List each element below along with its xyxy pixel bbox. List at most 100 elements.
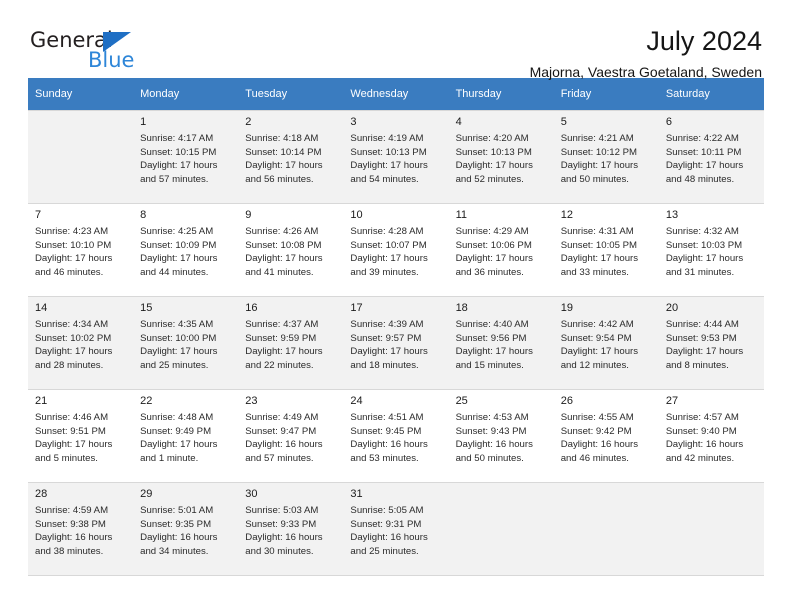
day-cell[interactable]: 5 Sunrise: 4:21 AM Sunset: 10:12 PM Dayl… <box>553 110 659 204</box>
daylight-text-line2: and 38 minutes. <box>35 545 104 557</box>
day-number: 24 <box>350 395 363 407</box>
sunset-text: Sunset: 10:15 PM <box>140 146 217 158</box>
sunrise-text: Sunrise: 4:57 AM <box>665 412 739 423</box>
day-cell[interactable]: 3 Sunrise: 4:19 AM Sunset: 10:13 PM Dayl… <box>343 110 449 204</box>
location-subtitle: Majorna, Vaestra Goetaland, Sweden <box>529 64 762 80</box>
day-cell[interactable]: 19 Sunrise: 4:42 AM Sunset: 9:54 PM Dayl… <box>553 296 659 390</box>
daylight-text-line2: and 48 minutes. <box>665 173 735 185</box>
day-cell-empty <box>448 482 554 576</box>
day-cell[interactable]: 7 Sunrise: 4:23 AM Sunset: 10:10 PM Dayl… <box>28 203 134 297</box>
daylight-text-line2: and 44 minutes. <box>140 266 209 278</box>
day-cell[interactable]: 11 Sunrise: 4:29 AM Sunset: 10:06 PM Day… <box>448 203 554 297</box>
day-cell[interactable]: 16 Sunrise: 4:37 AM Sunset: 9:59 PM Dayl… <box>238 296 344 390</box>
daylight-text-line2: and 5 minutes. <box>35 452 98 464</box>
day-cell[interactable]: 24 Sunrise: 4:51 AM Sunset: 9:45 PM Dayl… <box>343 389 449 483</box>
day-cell[interactable]: 15 Sunrise: 4:35 AM Sunset: 10:00 PM Day… <box>133 296 239 390</box>
weekday-header-thursday: Thursday <box>448 78 554 111</box>
sunset-text: Sunset: 9:40 PM <box>665 425 737 437</box>
daylight-text-line2: and 31 minutes. <box>665 266 735 278</box>
daylight-text-line1: Daylight: 17 hours <box>350 160 428 172</box>
day-details: Sunrise: 4:31 AM Sunset: 10:05 PM Daylig… <box>561 225 652 279</box>
day-cell[interactable]: 31 Sunrise: 5:05 AM Sunset: 9:31 PM Dayl… <box>343 482 449 576</box>
day-cell[interactable]: 18 Sunrise: 4:40 AM Sunset: 9:56 PM Dayl… <box>448 296 554 390</box>
daylight-text-line2: and 50 minutes. <box>455 452 524 464</box>
day-cell[interactable]: 2 Sunrise: 4:18 AM Sunset: 10:14 PM Dayl… <box>238 110 344 204</box>
day-cell[interactable]: 17 Sunrise: 4:39 AM Sunset: 9:57 PM Dayl… <box>343 296 449 390</box>
sunset-text: Sunset: 9:31 PM <box>350 518 422 530</box>
day-cell[interactable]: 10 Sunrise: 4:28 AM Sunset: 10:07 PM Day… <box>343 203 449 297</box>
sunrise-text: Sunrise: 4:53 AM <box>455 412 529 423</box>
day-details: Sunrise: 4:39 AM Sunset: 9:57 PM Dayligh… <box>350 318 441 372</box>
day-cell[interactable]: 30 Sunrise: 5:03 AM Sunset: 9:33 PM Dayl… <box>238 482 344 576</box>
day-details: Sunrise: 4:19 AM Sunset: 10:13 PM Daylig… <box>350 132 441 186</box>
day-cell[interactable]: 13 Sunrise: 4:32 AM Sunset: 10:03 PM Day… <box>658 203 764 297</box>
title-block: July 2024 Majorna, Vaestra Goetaland, Sw… <box>530 26 764 82</box>
day-cell[interactable]: 12 Sunrise: 4:31 AM Sunset: 10:05 PM Day… <box>553 203 659 297</box>
day-cell[interactable]: 9 Sunrise: 4:26 AM Sunset: 10:08 PM Dayl… <box>238 203 344 297</box>
daylight-text-line1: Daylight: 17 hours <box>350 253 428 265</box>
day-number: 11 <box>455 209 467 221</box>
day-number: 25 <box>455 395 468 407</box>
day-number: 20 <box>665 302 679 314</box>
sunrise-text: Sunrise: 4:34 AM <box>35 319 109 330</box>
page-header: General Blue July 2024 Majorna, Vaestra … <box>28 0 764 80</box>
general-blue-logo[interactable]: General Blue <box>28 26 178 80</box>
sunrise-text: Sunrise: 4:28 AM <box>350 226 424 237</box>
daylight-text-line1: Daylight: 17 hours <box>455 160 533 172</box>
day-cell[interactable]: 25 Sunrise: 4:53 AM Sunset: 9:43 PM Dayl… <box>448 389 554 483</box>
day-cell[interactable]: 14 Sunrise: 4:34 AM Sunset: 10:02 PM Day… <box>28 296 134 390</box>
day-cell-empty <box>28 110 134 204</box>
day-cell[interactable]: 21 Sunrise: 4:46 AM Sunset: 9:51 PM Dayl… <box>28 389 134 483</box>
day-cell[interactable]: 8 Sunrise: 4:25 AM Sunset: 10:09 PM Dayl… <box>133 203 239 297</box>
day-cell[interactable]: 28 Sunrise: 4:59 AM Sunset: 9:38 PM Dayl… <box>28 482 134 576</box>
day-number: 28 <box>35 488 48 500</box>
daylight-text-line1: Daylight: 16 hours <box>350 532 428 544</box>
sunset-text: Sunset: 9:53 PM <box>665 332 737 344</box>
day-details: Sunrise: 4:51 AM Sunset: 9:45 PM Dayligh… <box>350 411 441 465</box>
daylight-text-line2: and 15 minutes. <box>455 359 524 371</box>
calendar-body: 1 Sunrise: 4:17 AM Sunset: 10:15 PM Dayl… <box>28 110 764 576</box>
sunrise-text: Sunrise: 4:29 AM <box>455 226 529 237</box>
weekday-header-saturday: Saturday <box>658 78 764 111</box>
day-number: 29 <box>140 488 153 500</box>
daylight-text-line1: Daylight: 17 hours <box>560 253 639 265</box>
calendar-page: General Blue July 2024 Majorna, Vaestra … <box>0 0 792 612</box>
day-number: 7 <box>35 209 42 221</box>
daylight-text-line1: Daylight: 17 hours <box>245 346 323 358</box>
daylight-text-line1: Daylight: 17 hours <box>140 160 218 172</box>
daylight-text-line2: and 57 minutes. <box>245 452 314 464</box>
day-cell[interactable]: 4 Sunrise: 4:20 AM Sunset: 10:13 PM Dayl… <box>448 110 554 204</box>
daylight-text-line1: Daylight: 16 hours <box>560 439 639 451</box>
sunrise-text: Sunrise: 4:19 AM <box>350 133 424 144</box>
weekday-header-sunday: Sunday <box>28 78 134 111</box>
daylight-text-line1: Daylight: 17 hours <box>455 346 533 358</box>
sunrise-text: Sunrise: 4:32 AM <box>665 226 739 237</box>
daylight-text-line1: Daylight: 16 hours <box>245 532 323 544</box>
sunrise-text: Sunrise: 4:31 AM <box>560 226 634 237</box>
sunset-text: Sunset: 10:10 PM <box>35 239 112 251</box>
daylight-text-line1: Daylight: 16 hours <box>455 439 533 451</box>
day-cell[interactable]: 29 Sunrise: 5:01 AM Sunset: 9:35 PM Dayl… <box>133 482 239 576</box>
day-number: 3 <box>350 116 357 128</box>
calendar-week-row: 14 Sunrise: 4:34 AM Sunset: 10:02 PM Day… <box>28 296 764 390</box>
day-cell[interactable]: 22 Sunrise: 4:48 AM Sunset: 9:49 PM Dayl… <box>133 389 239 483</box>
daylight-text-line1: Daylight: 17 hours <box>140 346 218 358</box>
day-cell[interactable]: 23 Sunrise: 4:49 AM Sunset: 9:47 PM Dayl… <box>238 389 344 483</box>
sunset-text: Sunset: 9:43 PM <box>455 425 527 437</box>
daylight-text-line2: and 52 minutes. <box>455 173 524 185</box>
sunrise-text: Sunrise: 4:39 AM <box>350 319 424 330</box>
day-number: 5 <box>560 116 567 128</box>
weekday-header-friday: Friday <box>553 78 659 111</box>
day-cell[interactable]: 27 Sunrise: 4:57 AM Sunset: 9:40 PM Dayl… <box>658 389 764 483</box>
sunrise-text: Sunrise: 5:05 AM <box>350 505 424 516</box>
day-cell[interactable]: 1 Sunrise: 4:17 AM Sunset: 10:15 PM Dayl… <box>133 110 239 204</box>
sunrise-text: Sunrise: 4:35 AM <box>140 319 214 330</box>
day-cell[interactable]: 6 Sunrise: 4:22 AM Sunset: 10:11 PM Dayl… <box>658 110 764 204</box>
daylight-text-line2: and 39 minutes. <box>350 266 419 278</box>
day-cell[interactable]: 20 Sunrise: 4:44 AM Sunset: 9:53 PM Dayl… <box>658 296 764 390</box>
day-details: Sunrise: 4:44 AM Sunset: 9:53 PM Dayligh… <box>666 318 757 372</box>
sunset-text: Sunset: 10:09 PM <box>140 239 217 251</box>
day-cell[interactable]: 26 Sunrise: 4:55 AM Sunset: 9:42 PM Dayl… <box>553 389 659 483</box>
day-details: Sunrise: 4:40 AM Sunset: 9:56 PM Dayligh… <box>456 318 547 372</box>
day-number: 26 <box>560 395 573 407</box>
